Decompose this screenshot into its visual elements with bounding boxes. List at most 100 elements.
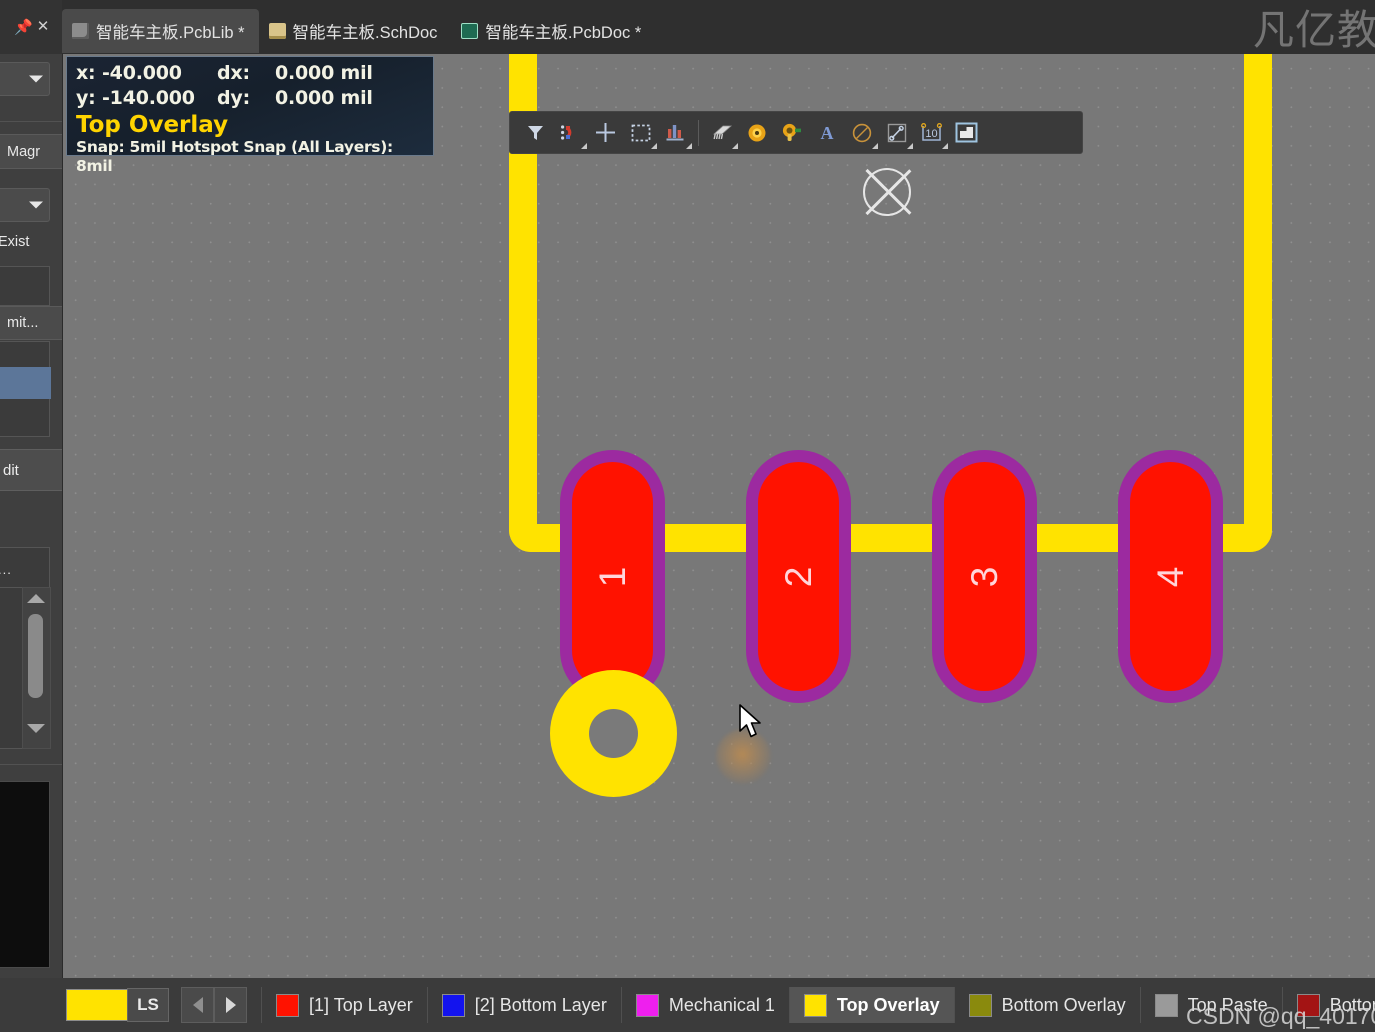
chevron-down-icon	[29, 201, 43, 209]
svg-text:10: 10	[925, 128, 937, 140]
layer-tab-mechanical-1[interactable]: Mechanical 1	[622, 987, 790, 1023]
panel-field-manager[interactable]: Magr	[0, 134, 62, 169]
hud-dy-key: dy:	[217, 87, 250, 109]
layer-tab-bottom-overlay[interactable]: Bottom Overlay	[955, 987, 1141, 1023]
tab-pcblib[interactable]: 智能车主板.PcbLib *	[62, 9, 259, 53]
selection-rectangle-icon[interactable]	[623, 116, 658, 149]
left-properties-panel: Magr Exist mit... 5 dit ...	[0, 54, 63, 978]
layer-tab-top-layer[interactable]: [1] Top Layer	[261, 987, 428, 1023]
panel-field-manager-label: Magr	[7, 143, 41, 160]
toolbar-divider	[698, 119, 699, 146]
origin-cross-circle-icon	[859, 164, 915, 220]
bar-chart-icon[interactable]	[658, 116, 693, 149]
component-icon[interactable]	[704, 116, 739, 149]
layer-tab-mechanical-1-label: Mechanical 1	[668, 994, 775, 1015]
panel-edit-button[interactable]: dit	[0, 449, 62, 491]
tab-schdoc[interactable]: 智能车主板.SchDoc	[259, 9, 452, 53]
hud-y-value: -140.000	[102, 87, 195, 109]
hud-row-y: y: -140.000 dy: 0.000 mil	[76, 86, 426, 111]
hud-dx-key: dx:	[217, 62, 250, 84]
pin-icon[interactable]: 📌	[14, 20, 33, 36]
panel-text-exist: Exist	[0, 234, 30, 250]
scroll-up-icon[interactable]	[27, 594, 45, 603]
panel-field-limit[interactable]: mit...	[0, 306, 62, 340]
mouse-pointer	[738, 704, 766, 740]
panel-header-controls: 📌 ✕	[0, 0, 62, 54]
panel-dropdown-2[interactable]	[0, 188, 50, 222]
hud-snap-info: Snap: 5mil Hotspot Snap (All Layers): 8m…	[76, 138, 393, 175]
pad-4-number: 4	[1149, 566, 1191, 587]
panel-ellipsis: ...	[0, 562, 12, 577]
layer-tab-bottom-layer[interactable]: [2] Bottom Layer	[428, 987, 622, 1023]
panel-preview-area	[0, 781, 50, 968]
layer-color-swatch	[803, 993, 827, 1017]
scrollbar-thumb[interactable]	[28, 614, 43, 698]
line-icon[interactable]	[879, 116, 914, 149]
layer-tab-top-overlay[interactable]: Top Overlay	[789, 987, 955, 1023]
schdoc-icon	[268, 23, 286, 39]
layer-color-swatch	[276, 993, 299, 1017]
panel-dropdown-1[interactable]	[0, 62, 50, 96]
layer-prev-button[interactable]	[181, 987, 214, 1023]
hud-row-x: x: -40.000 dx: 0.000 mil	[76, 61, 426, 86]
tab-pcbdoc-label: 智能车主板.PcbDoc *	[485, 24, 642, 42]
board-cutout-icon[interactable]	[949, 116, 984, 149]
pad-icon[interactable]	[739, 116, 774, 149]
chevron-down-icon	[29, 75, 43, 83]
pad-3[interactable]: 3	[932, 450, 1037, 703]
magnet-snap-icon[interactable]	[553, 116, 588, 149]
panel-list-selected-row[interactable]: 5	[0, 367, 51, 399]
active-layer-color-swatch[interactable]	[66, 989, 128, 1021]
coordinate-status-hud: x: -40.000 dx: 0.000 mil y: -140.000 dy:…	[66, 56, 434, 175]
watermark-top: 凡亿教	[1253, 6, 1375, 54]
layer-next-button[interactable]	[214, 987, 247, 1023]
document-tab-bar: 📌 ✕ 智能车主板.PcbLib * 智能车主板.SchDoc 智能车主板.Pc…	[0, 0, 1375, 54]
layer-tab-top-overlay-label: Top Overlay	[836, 994, 940, 1015]
pad-hole	[589, 709, 638, 758]
layer-color-swatch	[441, 993, 465, 1017]
hud-dx-value: 0.000 mil	[275, 62, 373, 84]
round-pad[interactable]	[550, 670, 677, 797]
layer-tab-bottom-layer-label: [2] Bottom Layer	[474, 994, 607, 1015]
pad-2-number: 2	[777, 566, 819, 587]
close-icon[interactable]: ✕	[36, 19, 50, 35]
document-tabs: 智能车主板.PcbLib * 智能车主板.SchDoc 智能车主板.PcbDoc…	[62, 0, 655, 54]
panel-field-limit-label: mit...	[7, 315, 39, 331]
via-icon[interactable]	[774, 116, 809, 149]
pad-1-number: 1	[591, 566, 633, 587]
crosshair-place-icon[interactable]	[588, 116, 623, 149]
hud-dy-value: 0.000 mil	[275, 87, 373, 109]
panel-edit-button-label: dit	[3, 461, 19, 479]
pcb-placement-toolbar: A 10	[509, 111, 1083, 154]
arc-icon[interactable]	[844, 116, 879, 149]
pad-3-number: 3	[963, 566, 1005, 587]
pcb-canvas[interactable]: 1 2 3 4 A 10	[63, 54, 1375, 978]
tab-schdoc-label: 智能车主板.SchDoc	[292, 24, 438, 42]
layer-nav-group	[181, 987, 247, 1023]
layer-color-swatch	[968, 993, 992, 1017]
filter-icon[interactable]	[518, 116, 553, 149]
hud-x-key: x:	[76, 62, 96, 84]
altium-pcblib-window: 📌 ✕ 智能车主板.PcbLib * 智能车主板.SchDoc 智能车主板.Pc…	[0, 0, 1375, 1032]
pad-1[interactable]: 1	[560, 450, 665, 703]
left-arrow-icon	[192, 997, 203, 1013]
panel-scrollbar[interactable]	[22, 587, 51, 749]
pad-2[interactable]: 2	[746, 450, 851, 703]
hud-y-key: y:	[76, 87, 96, 109]
layer-tab-bottom-overlay-label: Bottom Overlay	[1001, 994, 1126, 1015]
svg-text:A: A	[820, 123, 833, 143]
pcblib-icon	[72, 23, 89, 39]
panel-input-1[interactable]	[0, 266, 50, 306]
hud-x-value: -40.000	[102, 62, 182, 84]
layer-color-swatch	[635, 993, 659, 1017]
tab-pcbdoc[interactable]: 智能车主板.PcbDoc *	[451, 9, 655, 53]
layer-sets-button[interactable]: LS	[127, 988, 169, 1022]
tab-pcblib-label: 智能车主板.PcbLib *	[96, 24, 245, 42]
scroll-down-icon[interactable]	[27, 724, 45, 733]
dimension-icon[interactable]: 10	[914, 116, 949, 149]
pad-4[interactable]: 4	[1118, 450, 1223, 703]
hud-active-layer: Top Overlay	[76, 112, 229, 138]
right-arrow-icon	[225, 997, 236, 1013]
text-icon[interactable]: A	[809, 116, 844, 149]
layer-tab-top-layer-label: [1] Top Layer	[309, 994, 413, 1015]
